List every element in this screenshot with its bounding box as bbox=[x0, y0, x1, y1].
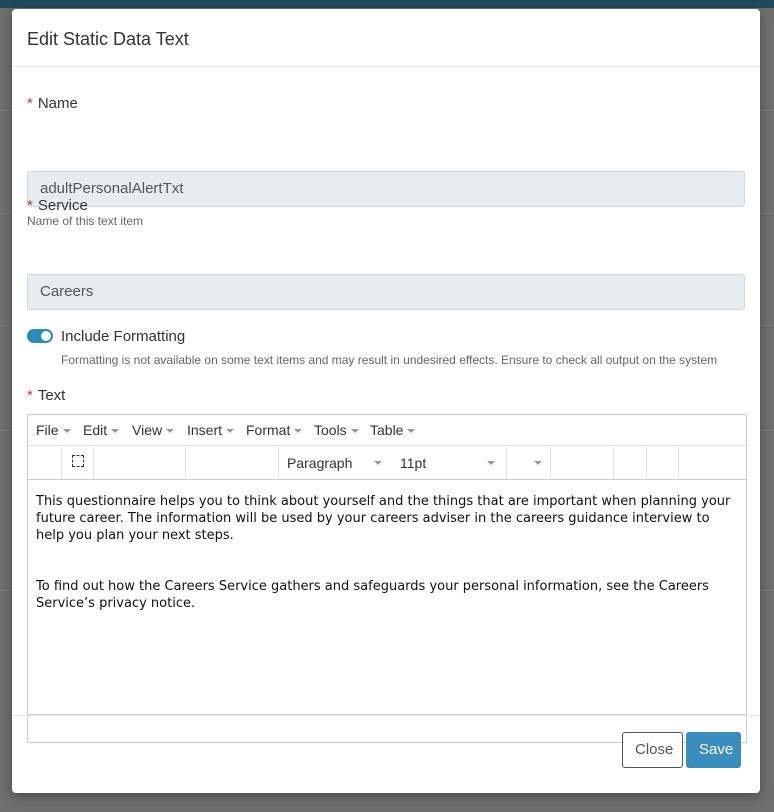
app-top-bar bbox=[0, 0, 774, 8]
toolbar-separator bbox=[61, 446, 62, 479]
menu-edit-label: Edit bbox=[83, 422, 108, 438]
chevron-down-icon[interactable] bbox=[534, 461, 542, 465]
chevron-down-icon bbox=[350, 429, 359, 434]
include-formatting-toggle[interactable] bbox=[27, 329, 53, 343]
service-field[interactable]: Careers bbox=[27, 274, 745, 310]
editor-menubar: File Edit View Insert Format Tools Table bbox=[28, 415, 746, 446]
name-field-value: adultPersonalAlertTxt bbox=[40, 180, 184, 197]
toolbar-separator bbox=[506, 446, 507, 479]
content-paragraph: This questionnaire helps you to think ab… bbox=[36, 494, 731, 543]
menu-table[interactable]: Table bbox=[370, 422, 416, 438]
text-label-text: Text bbox=[37, 387, 66, 404]
name-label: * Name bbox=[27, 95, 78, 112]
toggle-knob bbox=[41, 331, 51, 341]
save-button[interactable]: Save bbox=[686, 732, 741, 768]
chevron-down-icon bbox=[111, 429, 120, 434]
menu-file-label: File bbox=[36, 422, 59, 438]
required-marker: * bbox=[27, 95, 33, 112]
required-marker: * bbox=[27, 197, 33, 214]
chevron-down-icon bbox=[374, 461, 382, 465]
include-formatting-label: Include Formatting bbox=[61, 328, 186, 345]
menu-format-label: Format bbox=[246, 422, 291, 438]
dialog-footer: Close Save bbox=[12, 715, 760, 793]
service-label-text: Service bbox=[37, 197, 88, 214]
service-label: * Service bbox=[27, 197, 88, 214]
required-marker: * bbox=[27, 387, 33, 404]
content-paragraph: To find out how the Careers Service gath… bbox=[36, 579, 709, 611]
chevron-down-icon bbox=[407, 429, 416, 434]
menu-view[interactable]: View bbox=[132, 422, 175, 438]
rich-text-editor: File Edit View Insert Format Tools Table… bbox=[27, 414, 747, 743]
toolbar-separator bbox=[185, 446, 186, 479]
name-help-text: Name of this text item bbox=[27, 214, 144, 228]
close-button[interactable]: Close bbox=[622, 732, 683, 768]
menu-edit[interactable]: Edit bbox=[83, 422, 120, 438]
name-label-text: Name bbox=[37, 95, 78, 112]
chevron-down-icon bbox=[166, 429, 175, 434]
text-label: * Text bbox=[27, 387, 65, 404]
menu-file[interactable]: File bbox=[36, 422, 71, 438]
menu-tools-label: Tools bbox=[314, 422, 347, 438]
dialog-header: Edit Static Data Text bbox=[12, 9, 760, 67]
toolbar-separator bbox=[678, 446, 679, 479]
menu-view-label: View bbox=[132, 422, 163, 438]
chevron-down-icon bbox=[487, 461, 495, 465]
formatting-help-text: Formatting is not available on some text… bbox=[61, 353, 718, 367]
menu-insert-label: Insert bbox=[187, 422, 223, 438]
menu-tools[interactable]: Tools bbox=[314, 422, 359, 438]
editor-toolbar: Paragraph 11pt bbox=[28, 446, 746, 480]
font-size-select[interactable]: 11pt bbox=[400, 455, 426, 471]
toolbar-separator bbox=[93, 446, 94, 479]
toolbar-separator bbox=[278, 446, 279, 479]
toolbar-separator bbox=[550, 446, 551, 479]
chevron-down-icon bbox=[226, 429, 235, 434]
name-field[interactable]: adultPersonalAlertTxt bbox=[27, 171, 745, 207]
chevron-down-icon bbox=[294, 429, 303, 434]
toolbar-separator bbox=[613, 446, 614, 479]
edit-static-data-text-dialog: Edit Static Data Text * Name adultPersona… bbox=[12, 9, 760, 793]
block-format-select[interactable]: Paragraph bbox=[287, 455, 352, 471]
editor-content-area[interactable]: This questionnaire helps you to think ab… bbox=[28, 480, 746, 713]
menu-table-label: Table bbox=[370, 422, 404, 438]
dialog-title: Edit Static Data Text bbox=[27, 29, 189, 49]
menu-format[interactable]: Format bbox=[246, 422, 303, 438]
service-field-value: Careers bbox=[40, 283, 94, 300]
select-all-icon[interactable] bbox=[72, 455, 84, 467]
toolbar-separator bbox=[646, 446, 647, 479]
chevron-down-icon bbox=[62, 429, 71, 434]
menu-insert[interactable]: Insert bbox=[187, 422, 235, 438]
